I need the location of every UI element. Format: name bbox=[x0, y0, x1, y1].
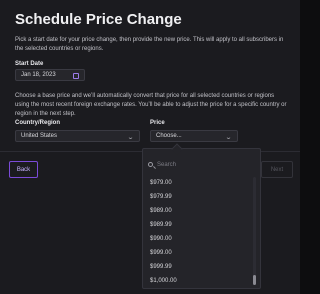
dropdown-search[interactable]: Search bbox=[148, 157, 254, 172]
start-date-field[interactable]: Jan 18, 2023 bbox=[15, 69, 85, 81]
price-dropdown-menu: Search $979.00 $979.99 $989.00 $989.99 $… bbox=[142, 143, 261, 289]
start-date-label: Start Date bbox=[15, 61, 44, 67]
chevron-down-icon: ⌄ bbox=[126, 135, 135, 141]
country-label: Country/Region bbox=[15, 120, 60, 126]
dropdown-option[interactable]: $989.00 bbox=[150, 208, 172, 214]
scrollbar-thumb[interactable] bbox=[253, 275, 256, 285]
calendar-icon[interactable] bbox=[73, 73, 79, 79]
price-placeholder: Choose... bbox=[156, 133, 182, 139]
dropdown-option[interactable]: $990.00 bbox=[150, 236, 172, 242]
description-text: Pick a start date for your price change,… bbox=[15, 37, 284, 52]
price-select[interactable]: Choose... ⌄ bbox=[150, 130, 238, 142]
country-value: United States bbox=[21, 133, 58, 139]
dropdown-option[interactable]: $1,000.00 bbox=[150, 278, 177, 284]
search-input[interactable]: Search bbox=[157, 162, 176, 168]
page-title: Schedule Price Change bbox=[15, 11, 182, 28]
dropdown-option[interactable]: $979.00 bbox=[150, 180, 172, 186]
dropdown-scrollbar[interactable] bbox=[253, 177, 256, 285]
start-date-value: Jan 18, 2023 bbox=[21, 72, 56, 78]
dropdown-option[interactable]: $999.99 bbox=[150, 264, 172, 270]
country-select[interactable]: United States ⌄ bbox=[15, 130, 140, 142]
dropdown-option[interactable]: $979.99 bbox=[150, 194, 172, 200]
price-label: Price bbox=[150, 120, 165, 126]
back-button[interactable]: Back bbox=[9, 161, 38, 178]
dropdown-option[interactable]: $999.00 bbox=[150, 250, 172, 256]
dropdown-option[interactable]: $989.99 bbox=[150, 222, 172, 228]
conversion-note: Choose a base price and we’ll automatica… bbox=[15, 93, 287, 117]
search-icon bbox=[148, 162, 153, 167]
chevron-down-icon: ⌄ bbox=[224, 135, 233, 141]
dropdown-notch bbox=[171, 143, 183, 155]
dialog-panel: Schedule Price Change Pick a start date … bbox=[0, 0, 300, 294]
next-button[interactable]: Next bbox=[261, 161, 293, 178]
